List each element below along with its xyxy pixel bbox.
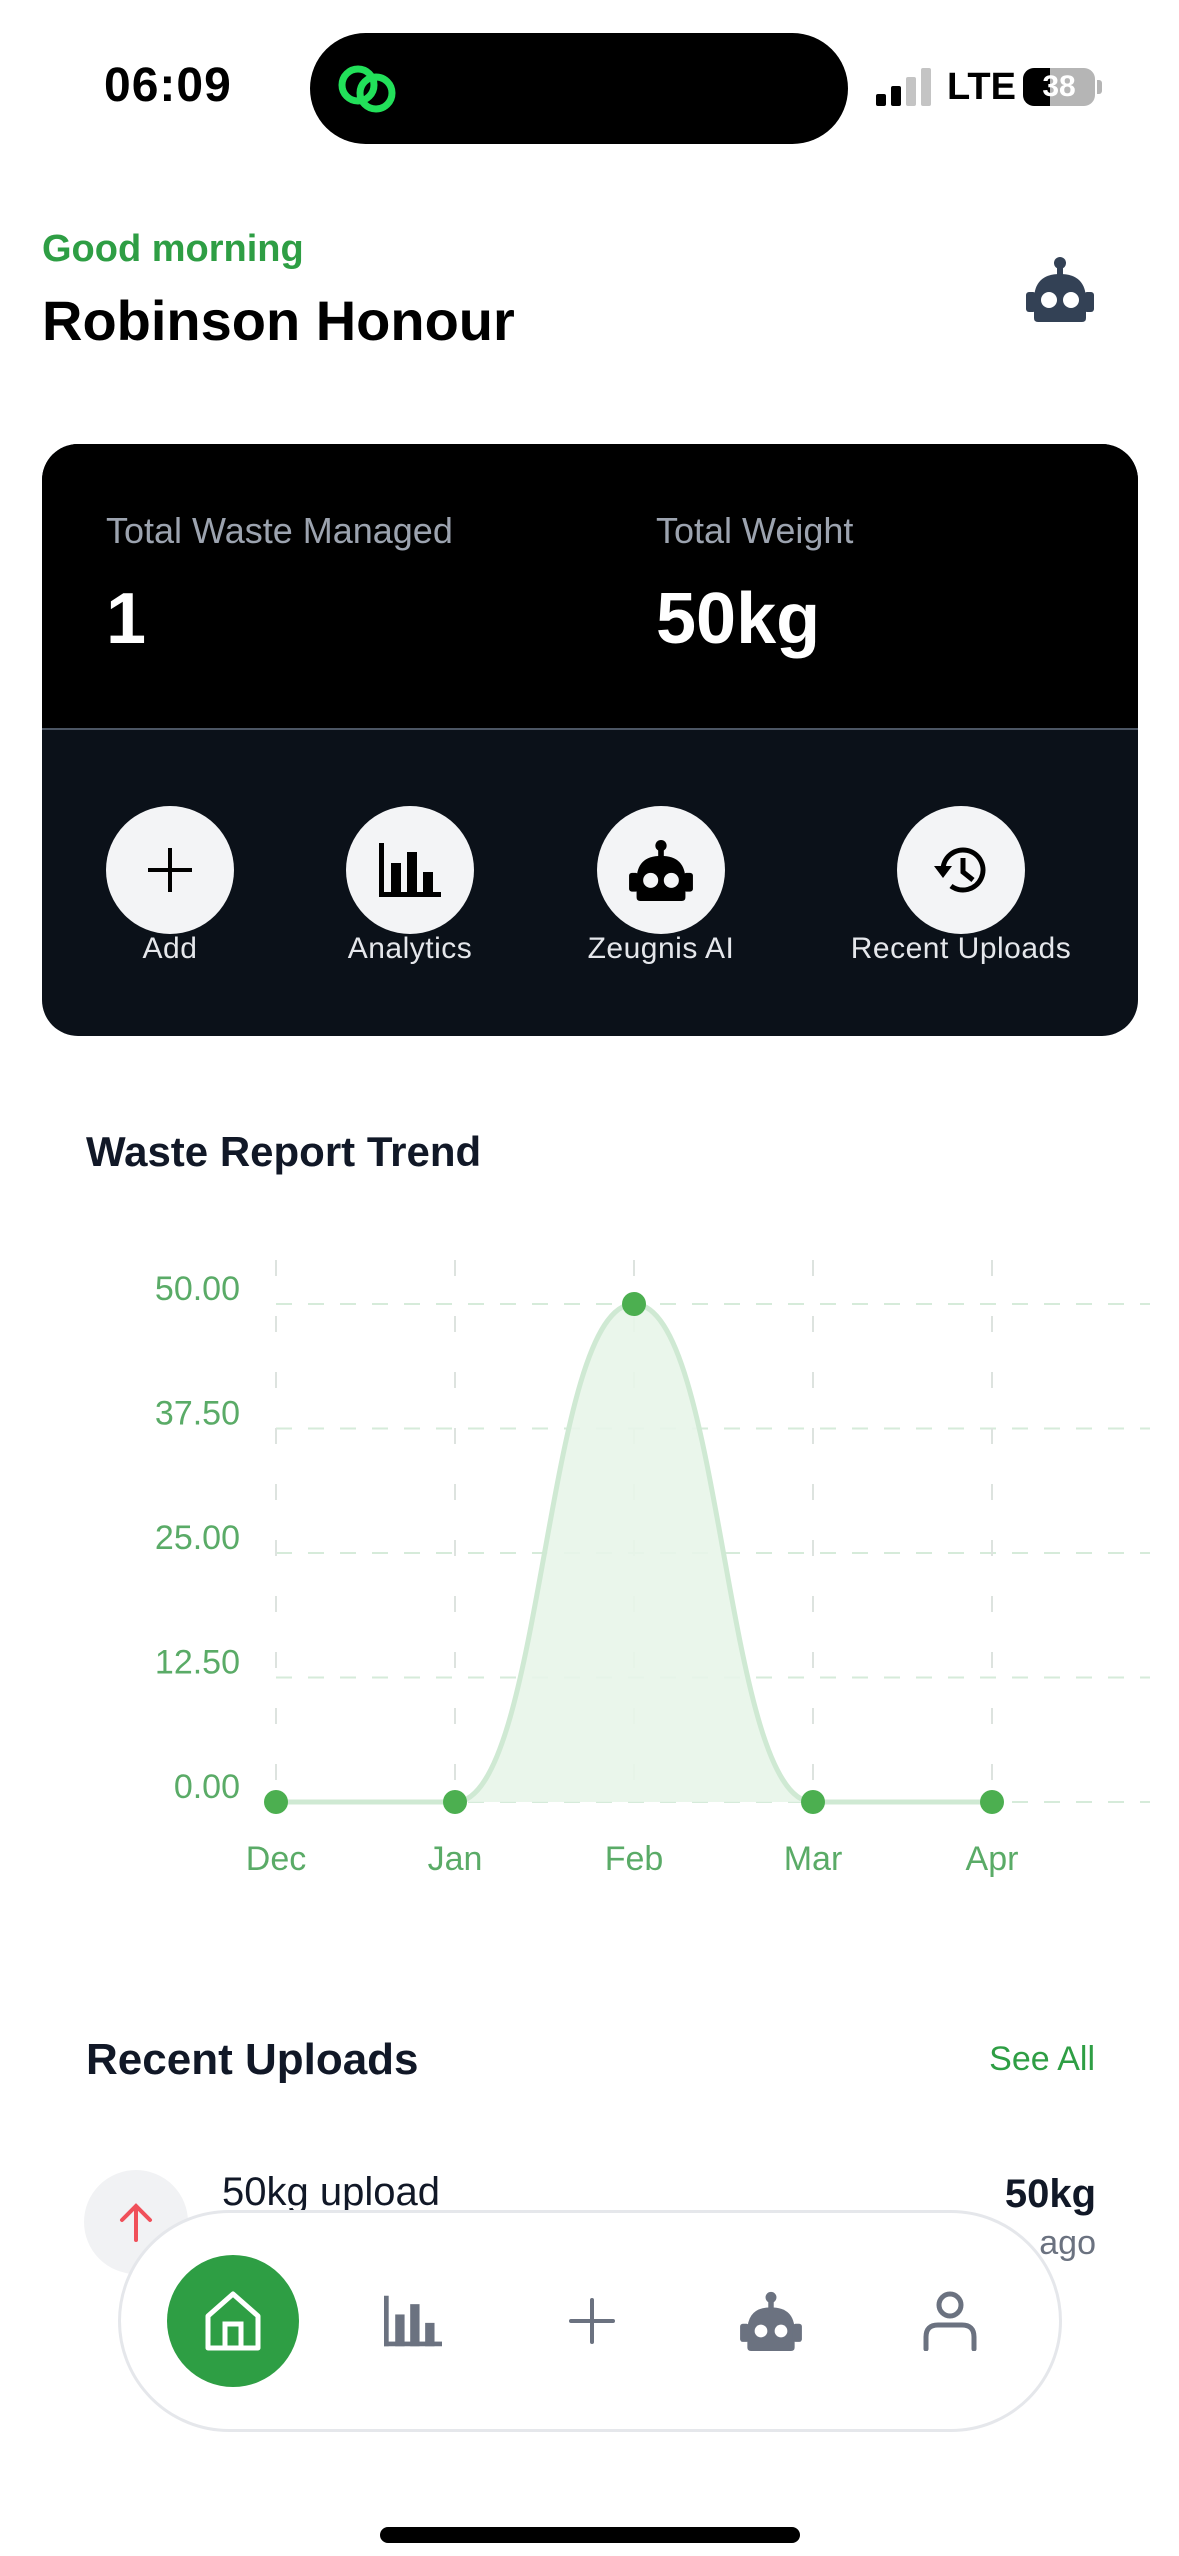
bar-chart-icon: [384, 2295, 442, 2347]
upload-weight: 50kg: [1004, 2172, 1096, 2216]
x-axis-labels: Dec Jan Feb Mar Apr: [246, 1840, 1019, 1878]
battery-icon: 38: [1023, 68, 1095, 106]
recent-uploads-title: Recent Uploads: [86, 2035, 419, 2084]
total-waste-value: 1: [106, 579, 147, 659]
stats-summary: Total Waste Managed 1 Total Weight 50kg: [42, 444, 1138, 730]
x-tick-label: Jan: [428, 1840, 483, 1878]
add-label: Add: [142, 932, 198, 965]
nav-assistant[interactable]: [705, 2255, 837, 2387]
quick-action-recent-uploads[interactable]: Recent Uploads: [831, 732, 1091, 1036]
see-all-link[interactable]: See All: [989, 2040, 1095, 2079]
y-tick-label: 12.50: [155, 1644, 240, 1682]
data-point-feb[interactable]: [622, 1292, 646, 1316]
chart-title: Waste Report Trend: [86, 1128, 482, 1175]
robot-icon: [1026, 257, 1094, 322]
quick-action-add[interactable]: Add: [42, 732, 300, 1036]
stats-card: Total Waste Managed 1 Total Weight 50kg …: [42, 444, 1138, 1036]
y-tick-label: 37.50: [155, 1395, 240, 1433]
waste-trend-chart: 0.00 12.50 25.00 37.50 50.00 Dec Jan Feb Mar Apr: [155, 1260, 1150, 1878]
total-weight-label: Total Weight: [656, 510, 854, 551]
robot-icon: [629, 839, 693, 901]
battery-nub: [1097, 80, 1102, 94]
nav-profile[interactable]: [884, 2255, 1016, 2387]
data-point-dec[interactable]: [264, 1790, 288, 1814]
x-tick-label: Apr: [966, 1840, 1019, 1878]
plus-icon: [569, 2298, 615, 2344]
data-point-apr[interactable]: [980, 1790, 1004, 1814]
data-point-jan[interactable]: [443, 1790, 467, 1814]
zeugnis-ai-label: Zeugnis AI: [587, 932, 735, 965]
robot-icon: [740, 2291, 802, 2351]
home-indicator[interactable]: [380, 2527, 800, 2543]
nav-home[interactable]: [167, 2255, 299, 2387]
y-axis-labels: 0.00 12.50 25.00 37.50 50.00: [155, 1270, 240, 1806]
y-tick-label: 50.00: [155, 1270, 240, 1308]
x-tick-label: Feb: [605, 1840, 664, 1878]
battery-percent: 38: [1042, 70, 1076, 103]
status-time: 06:09: [104, 59, 232, 112]
recent-uploads-button[interactable]: [897, 806, 1025, 934]
upload-name: 50kg upload: [222, 2170, 440, 2214]
recent-uploads-label: Recent Uploads: [850, 932, 1072, 965]
zeugnis-ai-button[interactable]: [597, 806, 725, 934]
y-tick-label: 25.00: [155, 1519, 240, 1557]
home-icon: [205, 2291, 261, 2351]
dynamic-island[interactable]: [310, 33, 848, 144]
greeting-text: Good morning: [42, 228, 304, 270]
total-waste-label: Total Waste Managed: [106, 510, 453, 551]
add-button[interactable]: [106, 806, 234, 934]
link-icon: [338, 65, 396, 113]
arrow-up-icon: [120, 2203, 152, 2242]
plus-icon: [148, 848, 192, 892]
quick-actions: Add Analytics Zeugnis AI Recent Uploads: [42, 732, 1138, 1036]
upload-time: ago: [1039, 2224, 1096, 2262]
y-tick-label: 0.00: [174, 1768, 240, 1806]
nav-add[interactable]: [526, 2255, 658, 2387]
bar-chart-icon: [379, 843, 441, 897]
user-icon: [923, 2291, 977, 2351]
quick-action-analytics[interactable]: Analytics: [280, 732, 540, 1036]
status-bar: 06:09 LTE 38: [0, 0, 1179, 170]
data-point-mar[interactable]: [801, 1790, 825, 1814]
user-name: Robinson Honour: [42, 289, 515, 352]
analytics-label: Analytics: [347, 932, 473, 965]
total-weight-value: 50kg: [656, 579, 821, 659]
x-tick-label: Dec: [246, 1840, 306, 1878]
nav-analytics[interactable]: [347, 2255, 479, 2387]
history-icon: [934, 847, 986, 893]
signal-icon: [876, 68, 932, 106]
bottom-navigation: [118, 2210, 1062, 2432]
quick-action-zeugnis-ai[interactable]: Zeugnis AI: [531, 732, 791, 1036]
network-type: LTE: [947, 66, 1016, 108]
assistant-button[interactable]: [1024, 256, 1096, 322]
analytics-button[interactable]: [346, 806, 474, 934]
x-tick-label: Mar: [784, 1840, 843, 1878]
